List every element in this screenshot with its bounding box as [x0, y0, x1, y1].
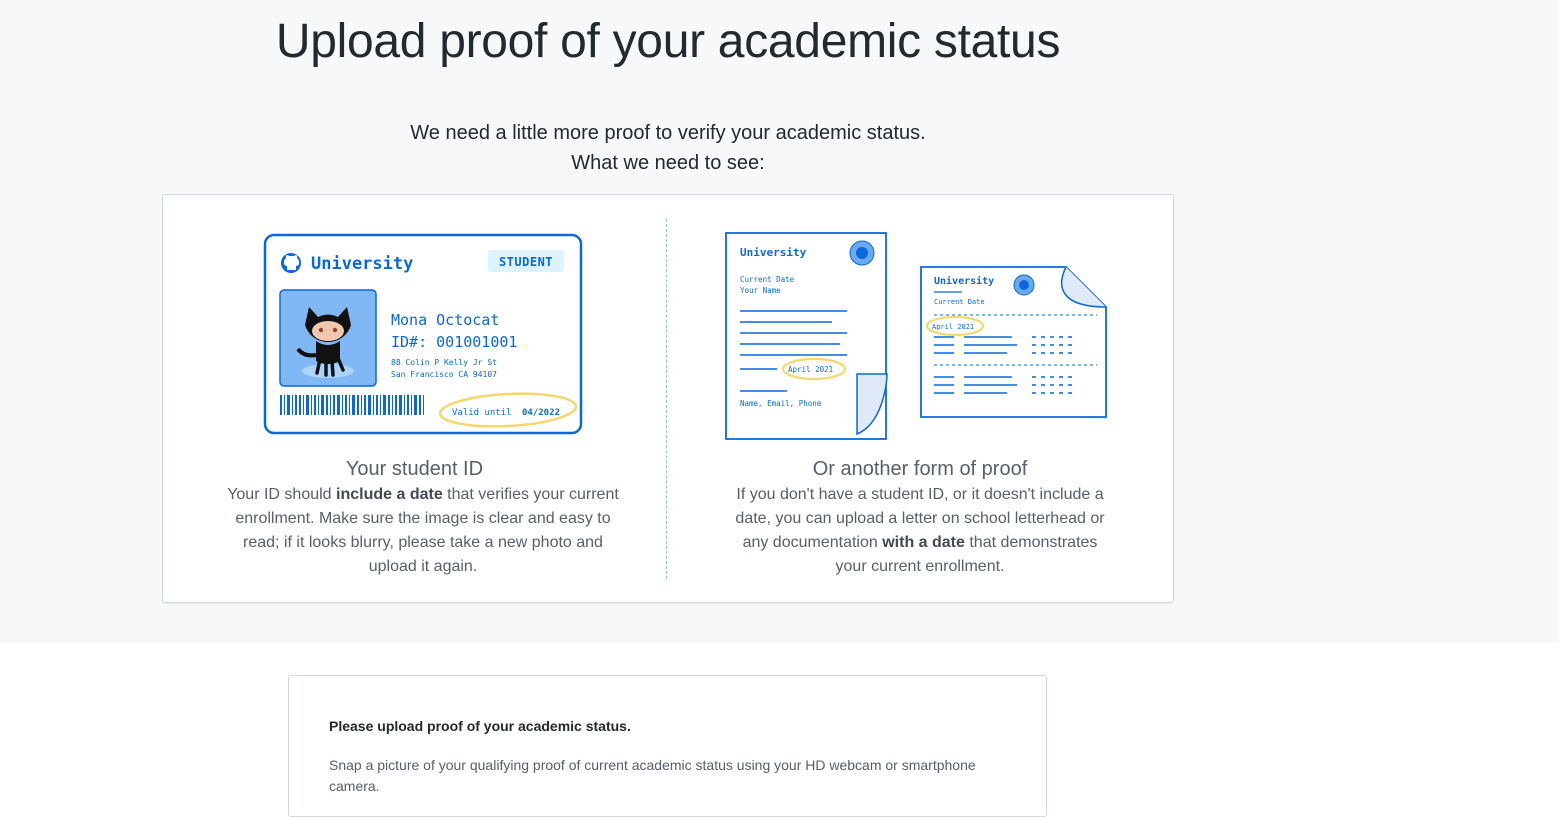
documents-illustration: University Current Date Your Name April …: [725, 232, 1107, 440]
doc1-your-name: Your Name: [740, 286, 781, 295]
doc1-contact: Name, Email, Phone: [740, 399, 822, 408]
other-proof-option: University Current Date Your Name April …: [667, 195, 1173, 602]
card-address-line-1: 88 Colin P Kelly Jr St: [391, 358, 497, 367]
card-address-line-2: San Francisco CA 94107: [391, 370, 497, 379]
subtitle-line-1: We need a little more proof to verify yo…: [410, 122, 926, 144]
doc1-date: April 2021: [788, 365, 833, 374]
student-id-illustration: University STUDENT Mona Octocat ID#: 001…: [263, 233, 583, 435]
proof-options-card: University STUDENT Mona Octocat ID#: 001…: [162, 194, 1174, 603]
upload-heading: Please upload proof of your academic sta…: [329, 718, 631, 734]
subtitle-line-2: What we need to see:: [571, 152, 765, 174]
card-student-badge: STUDENT: [499, 255, 553, 269]
card-university-label: University: [311, 254, 413, 274]
github-logo-icon: [281, 253, 301, 273]
hero-section: Upload proof of your academic status We …: [0, 0, 1559, 643]
page-title: Upload proof of your academic status: [275, 15, 1061, 68]
card-valid-label: Valid until: [452, 408, 512, 418]
octocat-photo: [279, 289, 377, 387]
student-id-option: University STUDENT Mona Octocat ID#: 001…: [163, 195, 666, 602]
card-valid-date: 04/2022: [522, 408, 560, 418]
upload-proof-panel: Please upload proof of your academic sta…: [288, 675, 1047, 817]
doc2-seal-icon: [1019, 280, 1029, 290]
other-proof-heading: Or another form of proof: [812, 458, 1028, 480]
doc1-seal-icon: [856, 247, 868, 259]
doc1-university: University: [740, 246, 807, 259]
card-name: Mona Octocat: [391, 311, 499, 329]
doc2-university: University: [934, 275, 994, 287]
other-proof-description: If you don't have a student ID, or it do…: [735, 486, 1105, 575]
school-letterhead-document: University Current Date April 2021: [920, 266, 1107, 419]
student-id-description: Your ID should include a date that verif…: [227, 486, 619, 575]
doc2-date: April 2021: [932, 323, 974, 331]
doc1-current-date: Current Date: [740, 275, 795, 284]
student-id-heading: Your student ID: [345, 458, 484, 480]
card-id-number: ID#: 001001001: [391, 333, 517, 351]
doc2-current-date: Current Date: [934, 298, 985, 306]
enrollment-letter-document: University Current Date Your Name April …: [725, 232, 888, 440]
upload-description: Snap a picture of your qualifying proof …: [329, 757, 976, 794]
